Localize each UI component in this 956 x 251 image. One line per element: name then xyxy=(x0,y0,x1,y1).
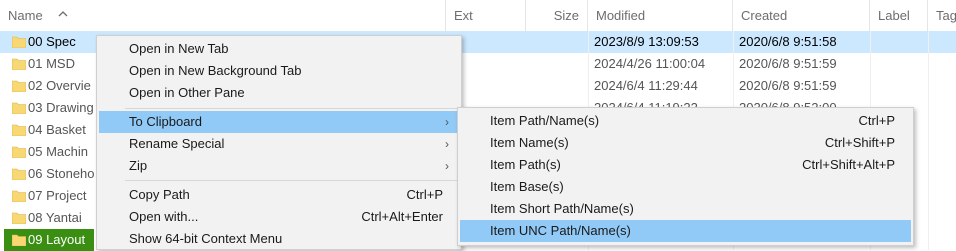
column-header-created[interactable]: Created xyxy=(733,0,870,31)
column-header-created-label: Created xyxy=(741,8,788,23)
submenu-item-short-path-name[interactable]: Item Short Path/Name(s) xyxy=(460,198,911,220)
menu-item-label: Item UNC Path/Name(s) xyxy=(490,223,631,238)
menu-item-show-64-bit-context-menu[interactable]: Show 64-bit Context Menu xyxy=(99,228,459,250)
menu-item-shortcut: Ctrl+P xyxy=(858,113,895,128)
submenu-item-path[interactable]: Item Path(s) Ctrl+Shift+Alt+P xyxy=(460,154,911,176)
folder-icon xyxy=(12,234,26,246)
column-header-label-label: Label xyxy=(878,8,910,23)
menu-item-label: Rename Special xyxy=(129,136,225,151)
context-menu: Open in New Tab Open in New Background T… xyxy=(96,35,462,250)
folder-icon xyxy=(12,146,26,158)
menu-separator xyxy=(125,180,457,181)
item-name-cell: 00 Spec xyxy=(4,31,94,53)
menu-item-copy-path[interactable]: Copy Path Ctrl+P xyxy=(99,184,459,206)
folder-icon xyxy=(12,168,26,180)
column-header-label[interactable]: Label xyxy=(870,0,928,31)
folder-icon xyxy=(12,124,26,136)
submenu-item-unc-path-name[interactable]: Item UNC Path/Name(s) xyxy=(460,220,911,242)
chevron-right-icon: › xyxy=(445,137,449,151)
menu-item-label: Show 64-bit Context Menu xyxy=(129,231,283,246)
column-header-ext[interactable]: Ext xyxy=(446,0,526,31)
menu-item-shortcut: Ctrl+Shift+Alt+P xyxy=(802,157,895,172)
column-header-size[interactable]: Size xyxy=(526,0,588,31)
column-header-tags[interactable]: Tags xyxy=(928,0,956,31)
item-modified: 2024/6/4 11:29:44 xyxy=(594,78,698,93)
item-name-cell: 09 Layout xyxy=(4,229,94,251)
item-name-cell: 07 Project xyxy=(4,185,94,207)
column-header-name[interactable]: Name xyxy=(0,0,446,31)
item-name: 04 Basket xyxy=(28,122,86,137)
item-created: 2020/6/8 9:51:59 xyxy=(739,56,837,71)
column-divider xyxy=(928,31,929,250)
menu-item-label: Open with... xyxy=(129,209,199,224)
column-header-bar: Name Ext Size Modified Created Label Tag… xyxy=(0,0,956,32)
menu-item-rename-special[interactable]: Rename Special › xyxy=(99,133,459,155)
column-header-tags-label: Tags xyxy=(936,8,956,23)
menu-item-open-in-new-background-tab[interactable]: Open in New Background Tab xyxy=(99,60,459,82)
submenu-item-name[interactable]: Item Name(s) Ctrl+Shift+P xyxy=(460,132,911,154)
item-created: 2020/6/8 9:51:58 xyxy=(739,34,837,49)
menu-item-to-clipboard[interactable]: To Clipboard › xyxy=(99,111,459,133)
item-name-cell: 08 Yantai xyxy=(4,207,94,229)
item-name: 00 Spec xyxy=(28,34,76,49)
item-modified: 2023/8/9 13:09:53 xyxy=(594,34,699,49)
menu-item-zip[interactable]: Zip › xyxy=(99,155,459,177)
menu-item-label: Open in New Tab xyxy=(129,41,229,56)
clipboard-submenu: Item Path/Name(s) Ctrl+P Item Name(s) Ct… xyxy=(457,107,914,246)
item-modified: 2024/4/26 11:00:04 xyxy=(594,56,706,71)
column-header-size-label: Size xyxy=(553,8,579,23)
folder-icon xyxy=(12,102,26,114)
item-name-cell: 05 Machin xyxy=(4,141,94,163)
menu-item-shortcut: Ctrl+P xyxy=(406,187,443,202)
menu-item-label: Item Path/Name(s) xyxy=(490,113,600,128)
menu-item-label: Copy Path xyxy=(129,187,190,202)
item-name: 08 Yantai xyxy=(28,210,82,225)
item-name: 02 Overvie xyxy=(28,78,91,93)
folder-icon xyxy=(12,212,26,224)
menu-item-label: Item Name(s) xyxy=(490,135,569,150)
item-name-cell: 03 Drawing xyxy=(4,97,94,119)
menu-separator xyxy=(125,108,457,109)
item-name-cell: 02 Overvie xyxy=(4,75,94,97)
menu-item-label: Item Base(s) xyxy=(490,179,564,194)
menu-item-open-in-new-tab[interactable]: Open in New Tab xyxy=(99,38,459,60)
menu-item-label: Open in Other Pane xyxy=(129,85,245,100)
column-header-modified[interactable]: Modified xyxy=(588,0,733,31)
item-name-cell: 04 Basket xyxy=(4,119,94,141)
folder-icon xyxy=(12,80,26,92)
folder-icon xyxy=(12,36,26,48)
item-name-cell: 06 Stoneho xyxy=(4,163,94,185)
menu-item-shortcut: Ctrl+Alt+Enter xyxy=(361,209,443,224)
item-name: 05 Machin xyxy=(28,144,88,159)
item-name: 01 MSD xyxy=(28,56,75,71)
column-header-name-label: Name xyxy=(8,8,43,23)
submenu-item-path-name[interactable]: Item Path/Name(s) Ctrl+P xyxy=(460,110,911,132)
column-header-modified-label: Modified xyxy=(596,8,646,23)
menu-item-label: Item Short Path/Name(s) xyxy=(490,201,634,216)
menu-item-label: Zip xyxy=(129,158,148,173)
menu-item-open-with[interactable]: Open with... Ctrl+Alt+Enter xyxy=(99,206,459,228)
menu-item-shortcut: Ctrl+Shift+P xyxy=(824,135,895,150)
folder-icon xyxy=(12,58,26,70)
chevron-right-icon: › xyxy=(445,159,449,173)
item-name: 03 Drawing xyxy=(28,100,94,115)
menu-item-open-in-other-pane[interactable]: Open in Other Pane xyxy=(99,82,459,104)
item-name: 06 Stoneho xyxy=(28,166,94,181)
item-name-cell: 01 MSD xyxy=(4,53,94,75)
column-header-ext-label: Ext xyxy=(454,8,473,23)
chevron-right-icon: › xyxy=(445,115,449,129)
menu-item-label: To Clipboard xyxy=(129,114,202,129)
folder-icon xyxy=(12,190,26,202)
menu-item-label: Open in New Background Tab xyxy=(129,63,302,78)
submenu-item-base[interactable]: Item Base(s) xyxy=(460,176,911,198)
sort-ascending-icon xyxy=(58,11,68,17)
item-name: 09 Layout xyxy=(28,232,86,247)
item-name: 07 Project xyxy=(28,188,87,203)
menu-item-label: Item Path(s) xyxy=(490,157,561,172)
item-created: 2020/6/8 9:51:59 xyxy=(739,78,837,93)
